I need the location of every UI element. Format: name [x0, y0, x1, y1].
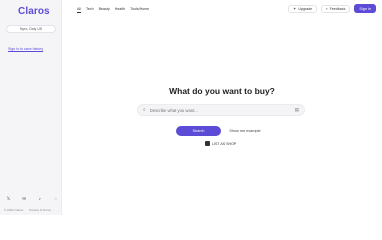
search-input[interactable]	[149, 107, 295, 113]
tab-tools-home[interactable]: Tools/Home	[130, 7, 149, 13]
privacy-link[interactable]: Privacy & Terms	[29, 208, 51, 212]
list-as-shop-label: LIST AS SHOP	[212, 141, 237, 146]
image-upload-icon[interactable]: ▤	[295, 107, 299, 113]
sparkle-icon: ✦	[293, 6, 297, 11]
tab-beauty[interactable]: Beauty	[99, 7, 110, 13]
chat-icon: ▪	[326, 6, 328, 11]
tab-health[interactable]: Health	[115, 7, 125, 13]
search-bar[interactable]: ⌕ ▤	[137, 104, 305, 116]
tiktok-icon[interactable]: ♪	[37, 196, 42, 201]
sign-in-link[interactable]: Sign in to save history	[8, 47, 43, 51]
feedback-label: Feedback	[329, 6, 346, 11]
social-links: 𝕏 ✉ ♪ ◌	[6, 196, 58, 201]
location-selector[interactable]: Nyro, Daly US	[6, 25, 56, 33]
top-actions: ✦ Upgrade ▪ Feedback Sign in	[288, 4, 376, 13]
page-title: What do you want to buy?	[169, 86, 275, 96]
sidebar: Claros Nyro, Daly US Sign in to save his…	[0, 0, 62, 215]
shop-icon	[205, 141, 210, 146]
app-logo[interactable]: Claros	[18, 6, 50, 17]
twitter-icon[interactable]: 𝕏	[6, 196, 11, 201]
list-as-shop-link[interactable]: LIST AS SHOP	[205, 141, 236, 146]
search-icon: ⌕	[143, 107, 146, 113]
tab-all[interactable]: All	[77, 7, 81, 13]
category-tabs: All Tech Beauty Health Tools/Home	[77, 7, 149, 13]
upgrade-button[interactable]: ✦ Upgrade	[288, 4, 318, 13]
sign-in-button[interactable]: Sign in	[354, 4, 376, 13]
show-example-button[interactable]: Show me example	[223, 126, 267, 136]
feedback-button[interactable]: ▪ Feedback	[321, 4, 351, 13]
mail-icon[interactable]: ✉	[22, 196, 27, 201]
sidebar-footer: © 2024 Claros Privacy & Terms	[4, 208, 51, 212]
globe-icon[interactable]: ◌	[53, 196, 58, 201]
upgrade-label: Upgrade	[298, 6, 313, 11]
copyright-text: © 2024 Claros	[4, 208, 24, 212]
search-button[interactable]: Search	[176, 126, 221, 136]
tab-tech[interactable]: Tech	[86, 7, 94, 13]
